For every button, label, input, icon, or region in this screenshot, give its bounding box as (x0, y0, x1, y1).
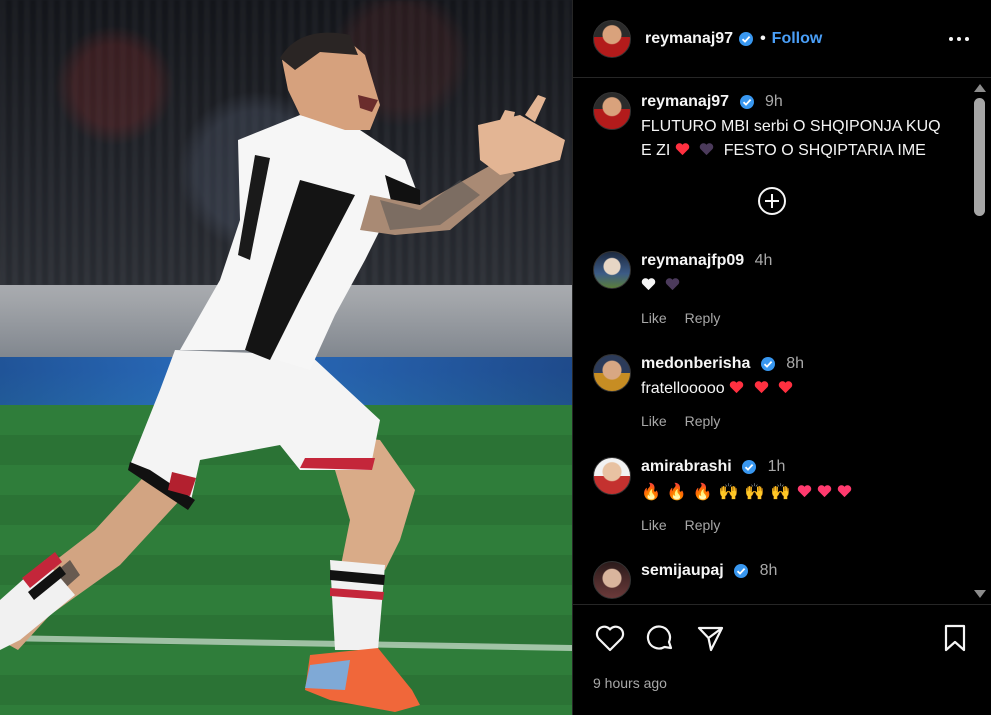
white-heart-icon (641, 278, 656, 291)
post-header: reymanaj97 • Follow (573, 0, 991, 78)
raised-hands-icon: 🙌 (744, 482, 765, 501)
fire-icon: 🔥 (666, 482, 687, 501)
commenter-avatar[interactable] (593, 251, 631, 289)
verified-icon (739, 94, 754, 109)
like-comment-button[interactable]: Like (641, 310, 667, 326)
verified-icon (739, 31, 754, 46)
verified-icon (734, 563, 749, 578)
scroll-up-arrow-icon[interactable] (974, 84, 986, 92)
verified-icon (760, 356, 775, 371)
comment-time: 4h (754, 252, 773, 269)
scrollbar-thumb[interactable] (974, 98, 985, 216)
comment-time: 8h (786, 355, 805, 372)
raised-hands-icon: 🙌 (718, 482, 739, 501)
heart-icon[interactable] (593, 621, 627, 655)
post-footer: 9 hours ago (573, 604, 991, 715)
like-comment-button[interactable]: Like (641, 413, 667, 429)
comment-item: medonberisha 8h fratellooooo Like Reply (593, 354, 951, 429)
red-heart-icon (729, 381, 744, 394)
comments-scrollbar[interactable] (970, 78, 991, 604)
comment-time: 8h (759, 562, 778, 579)
commenter-username[interactable]: reymanajfp09 (641, 252, 744, 269)
raised-hands-icon: 🙌 (770, 482, 791, 501)
more-options-icon[interactable] (947, 27, 971, 51)
red-heart-icon (778, 381, 793, 394)
post-timestamp[interactable]: 9 hours ago (593, 675, 972, 691)
fire-icon: 🔥 (641, 482, 661, 501)
reply-comment-button[interactable]: Reply (685, 413, 721, 429)
caption-time: 9h (764, 93, 783, 110)
caption-username[interactable]: reymanaj97 (641, 93, 729, 110)
commenter-username[interactable]: semijaupaj (641, 562, 724, 579)
comment-time: 1h (767, 458, 786, 475)
red-heart-icon (675, 143, 690, 156)
verified-icon (742, 459, 757, 474)
author-username[interactable]: reymanaj97 (645, 30, 733, 48)
player-figure (0, 32, 565, 712)
black-heart-icon (666, 278, 680, 291)
reply-comment-button[interactable]: Reply (685, 517, 721, 533)
commenter-avatar[interactable] (593, 561, 631, 599)
scroll-down-arrow-icon[interactable] (974, 590, 986, 598)
pink-heart-icon (797, 485, 811, 498)
comment-text: fratellooooo (641, 377, 951, 401)
save-icon[interactable] (938, 621, 972, 655)
post-photo[interactable] (0, 0, 572, 715)
commenter-avatar[interactable] (593, 457, 631, 495)
post-side-panel: reymanaj97 • Follow reymanaj97 9h FLUTUR… (572, 0, 991, 715)
fire-icon: 🔥 (692, 482, 713, 501)
commenter-username[interactable]: medonberisha (641, 355, 750, 372)
like-comment-button[interactable]: Like (641, 517, 667, 533)
commenter-username[interactable]: amirabrashi (641, 458, 732, 475)
add-comment-icon[interactable] (756, 185, 788, 217)
share-icon[interactable] (693, 621, 727, 655)
pink-heart-icon (837, 485, 851, 498)
black-heart-icon (700, 143, 714, 156)
header-separator: • (760, 29, 766, 47)
comment-text (641, 274, 951, 298)
comment-text: 🔥 🔥 🔥 🙌 🙌 🙌 (641, 480, 951, 505)
comment-item: reymanajfp09 4h Like Reply (593, 251, 951, 326)
pink-heart-icon (817, 485, 831, 498)
caption-avatar[interactable] (593, 92, 631, 130)
comments-list[interactable]: reymanaj97 9h FLUTURO MBI serbi O SHQIPO… (573, 78, 971, 604)
author-avatar[interactable] (593, 19, 631, 58)
post-caption: reymanaj97 9h FLUTURO MBI serbi O SHQIPO… (593, 92, 951, 163)
follow-button[interactable]: Follow (772, 30, 823, 48)
commenter-avatar[interactable] (593, 354, 631, 392)
caption-text: FLUTURO MBI serbi O SHQIPONJA KUQ E ZI F… (641, 118, 941, 159)
comment-item: amirabrashi 1h 🔥 🔥 🔥 🙌 🙌 🙌 Like Reply (593, 457, 951, 533)
comment-item: semijaupaj 8h (593, 561, 951, 599)
reply-comment-button[interactable]: Reply (685, 310, 721, 326)
red-heart-icon (754, 381, 768, 394)
comment-icon[interactable] (643, 621, 677, 655)
